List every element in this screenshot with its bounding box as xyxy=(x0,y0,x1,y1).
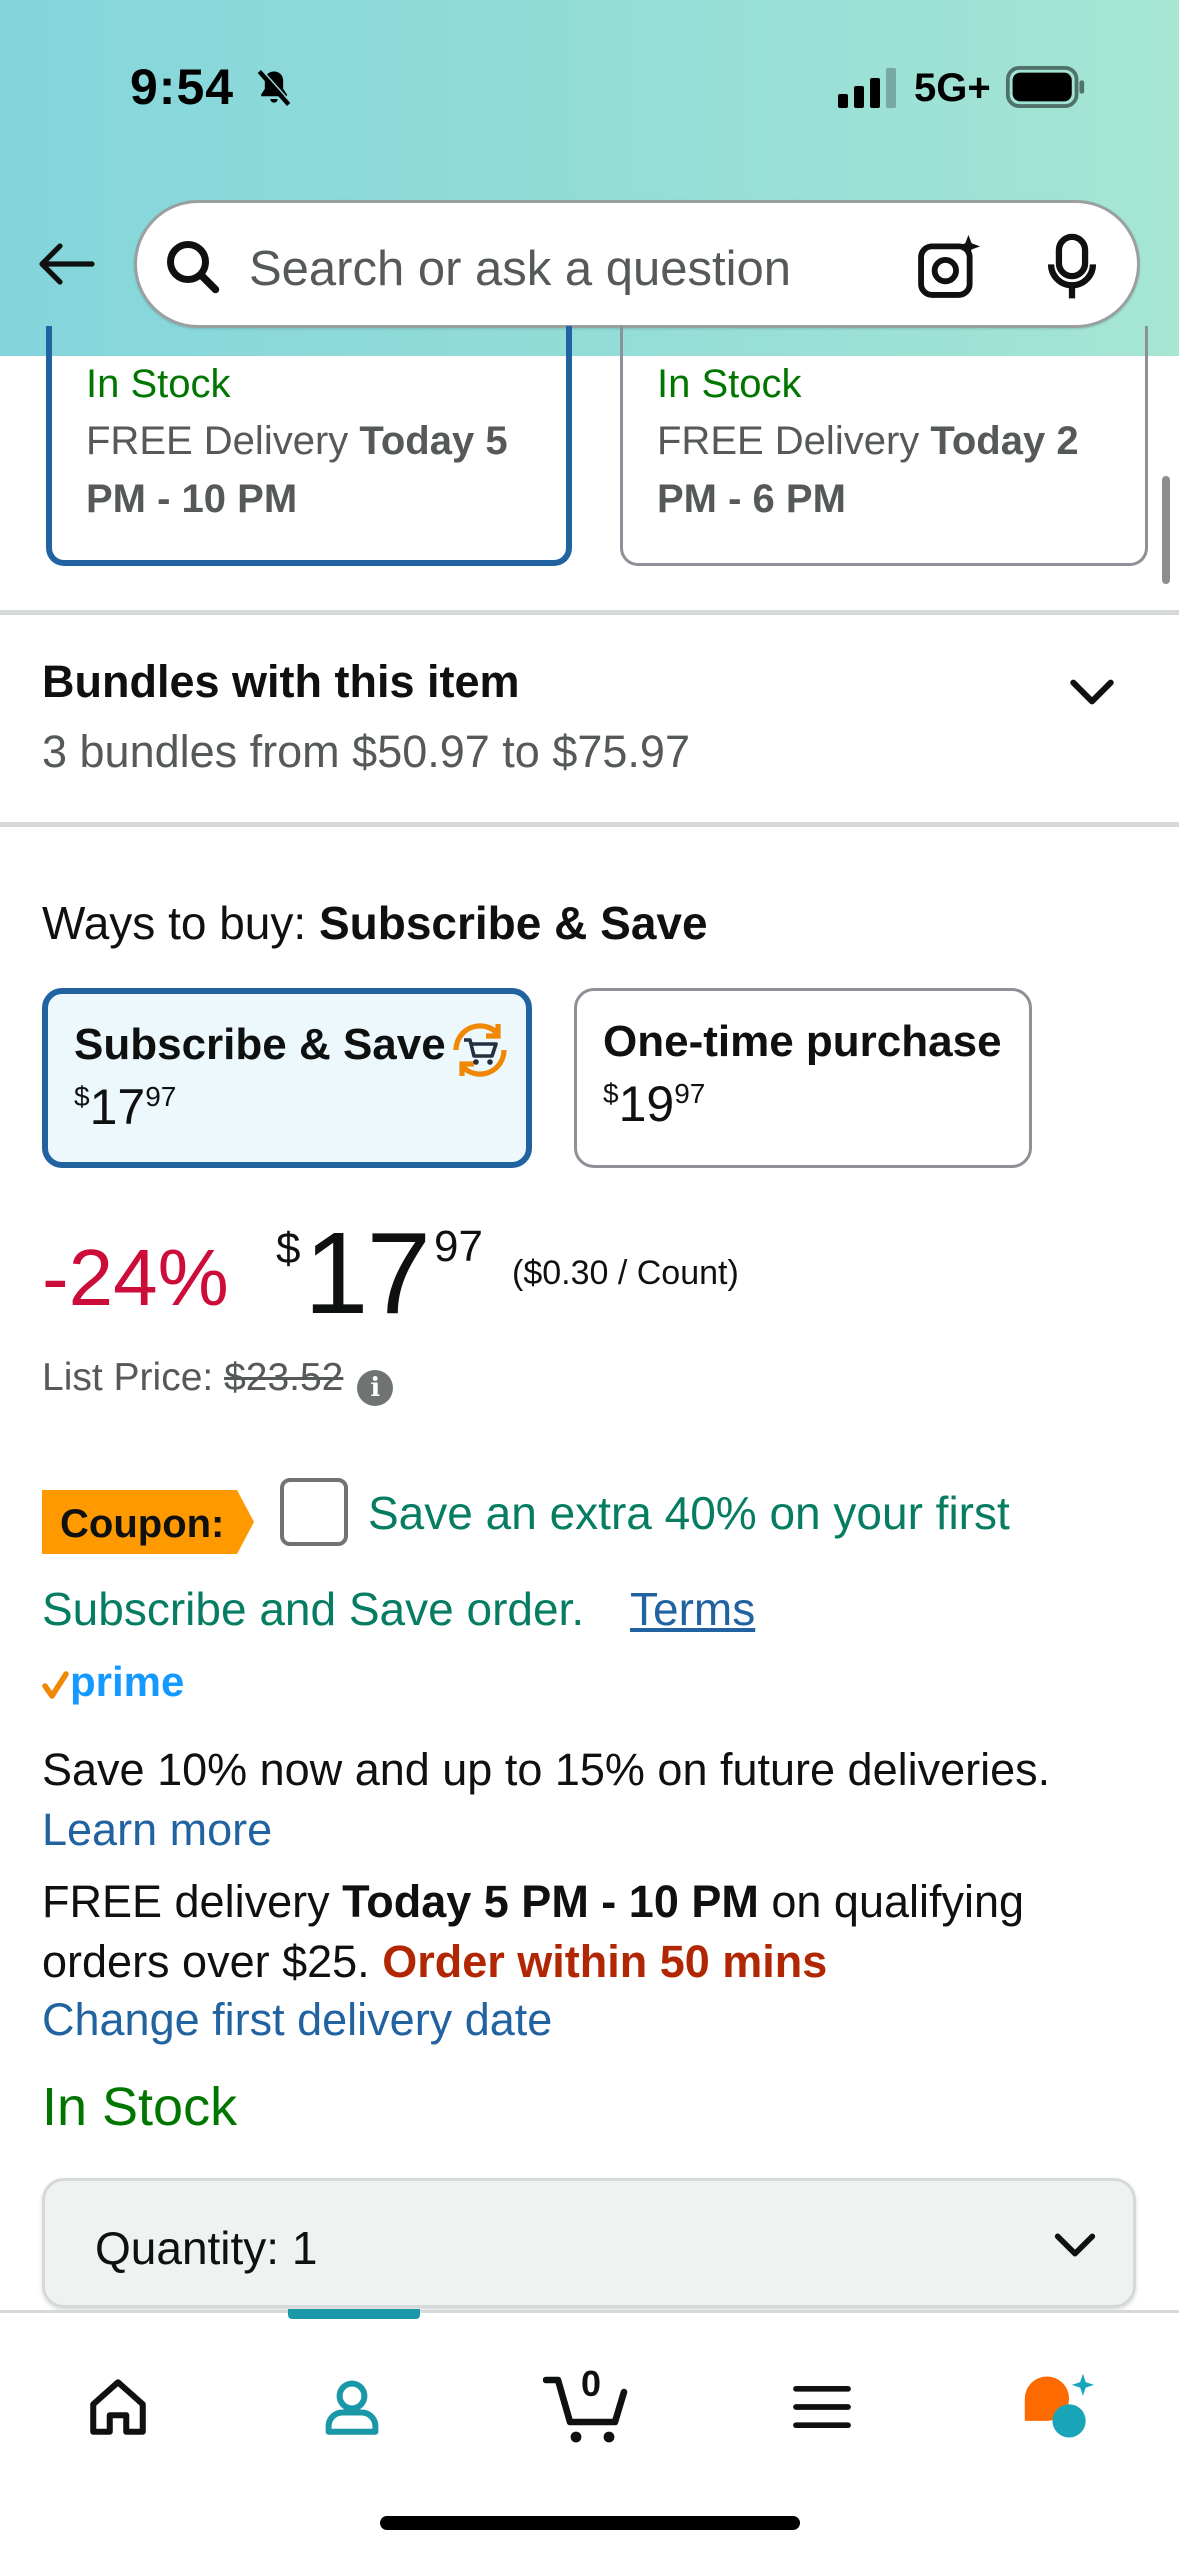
list-price: List Price: $23.52 i xyxy=(42,1356,394,1406)
subscribe-savings-text: Save 10% now and up to 15% on future del… xyxy=(42,1744,1051,1855)
discount-percent: -24% xyxy=(42,1233,229,1322)
order-countdown: Order within 50 mins xyxy=(382,1936,828,1987)
tab-home[interactable] xyxy=(68,2357,168,2457)
coupon-text: Save an extra 40% on your first xyxy=(368,1487,1010,1539)
bundles-title: Bundles with this item xyxy=(42,656,520,707)
subscribe-save-price: $1797 xyxy=(74,1079,177,1135)
chevron-down-icon[interactable] xyxy=(1064,664,1120,720)
delivery-option-today-2pm[interactable]: In Stock FREE Delivery Today 2 PM - 6 PM xyxy=(620,326,1148,566)
one-time-purchase-price: $1997 xyxy=(603,1076,706,1132)
tab-menu[interactable] xyxy=(772,2357,872,2457)
delivery-option-text: FREE Delivery Today 2 PM - 6 PM xyxy=(657,419,1079,521)
arrow-left-icon xyxy=(39,243,95,285)
info-icon[interactable]: i xyxy=(357,1370,394,1406)
bundles-subtitle: 3 bundles from $50.97 to $75.97 xyxy=(42,726,690,777)
subscribe-save-option[interactable]: Subscribe & Save $1797 xyxy=(42,988,532,1168)
app-header: 9:54 5G+ Search or ask a question xyxy=(0,0,1179,356)
section-divider xyxy=(0,610,1179,615)
unit-price: ($0.30 / Count) xyxy=(512,1254,739,1292)
status-time: 9:54 xyxy=(130,59,235,115)
person-icon xyxy=(325,2380,379,2435)
one-time-purchase-option[interactable]: One-time purchase $1997 xyxy=(574,988,1032,1168)
list-price-value: $23.52 xyxy=(224,1356,344,1399)
tab-account[interactable] xyxy=(302,2357,402,2457)
price-cents: 97 xyxy=(434,1222,483,1271)
coupon-text: Subscribe and Save order. xyxy=(42,1583,585,1635)
delivery-option-stock: In Stock xyxy=(86,362,231,406)
chevron-down-icon xyxy=(1054,2233,1096,2257)
subscribe-cart-icon xyxy=(453,1023,507,1077)
coupon-terms-link[interactable]: Terms xyxy=(630,1582,755,1636)
price-whole: 17 xyxy=(304,1208,431,1338)
camera-lens-icon[interactable] xyxy=(915,233,983,301)
stock-status: In Stock xyxy=(42,2077,238,2137)
tab-cart[interactable]: 0 xyxy=(538,2357,638,2457)
back-button[interactable] xyxy=(34,232,98,296)
delivery-option-today-5pm[interactable]: In Stock FREE Delivery Today 5 PM - 10 P… xyxy=(46,326,572,566)
quantity-value: 1 xyxy=(291,2222,318,2274)
home-icon xyxy=(90,2379,146,2435)
delivery-option-stock: In Stock xyxy=(657,362,802,406)
cart-count: 0 xyxy=(580,2363,602,2404)
section-divider xyxy=(0,822,1179,827)
delivery-message: FREE delivery Today 5 PM - 10 PM on qual… xyxy=(42,1876,1025,1987)
battery-icon xyxy=(1005,66,1085,108)
tab-rufus-assistant[interactable] xyxy=(1008,2357,1108,2457)
microphone-icon[interactable] xyxy=(1043,233,1101,301)
cellular-signal-icon xyxy=(838,68,896,108)
one-time-purchase-label: One-time purchase xyxy=(603,1017,1002,1066)
ways-to-buy-heading: Ways to buy: Subscribe & Save xyxy=(42,897,708,949)
search-bar[interactable]: Search or ask a question xyxy=(134,200,1140,328)
home-indicator[interactable] xyxy=(380,2516,800,2530)
delivery-option-text: FREE Delivery Today 5 PM - 10 PM xyxy=(86,419,508,521)
coupon-checkbox[interactable] xyxy=(280,1478,348,1546)
price-currency: $ xyxy=(276,1224,301,1273)
svg-text:prime: prime xyxy=(70,1658,184,1705)
prime-logo: prime xyxy=(42,1658,184,1705)
assistant-chat-icon xyxy=(1024,2373,1094,2438)
search-icon xyxy=(167,241,220,294)
search-input[interactable]: Search or ask a question xyxy=(249,241,791,297)
change-delivery-date-link[interactable]: Change first delivery date xyxy=(42,1994,552,2046)
coupon-badge: Coupon: xyxy=(42,1490,254,1554)
active-tab-indicator xyxy=(288,2309,420,2319)
learn-more-link[interactable]: Learn more xyxy=(42,1804,272,1855)
bell-off-icon xyxy=(257,68,292,106)
network-type: 5G+ xyxy=(914,66,991,110)
menu-icon xyxy=(793,2385,851,2429)
page-scrollbar[interactable] xyxy=(1162,476,1170,584)
quantity-label: Quantity: 1 xyxy=(95,2222,318,2274)
quantity-dropdown[interactable]: Quantity: 1 xyxy=(42,2178,1136,2308)
